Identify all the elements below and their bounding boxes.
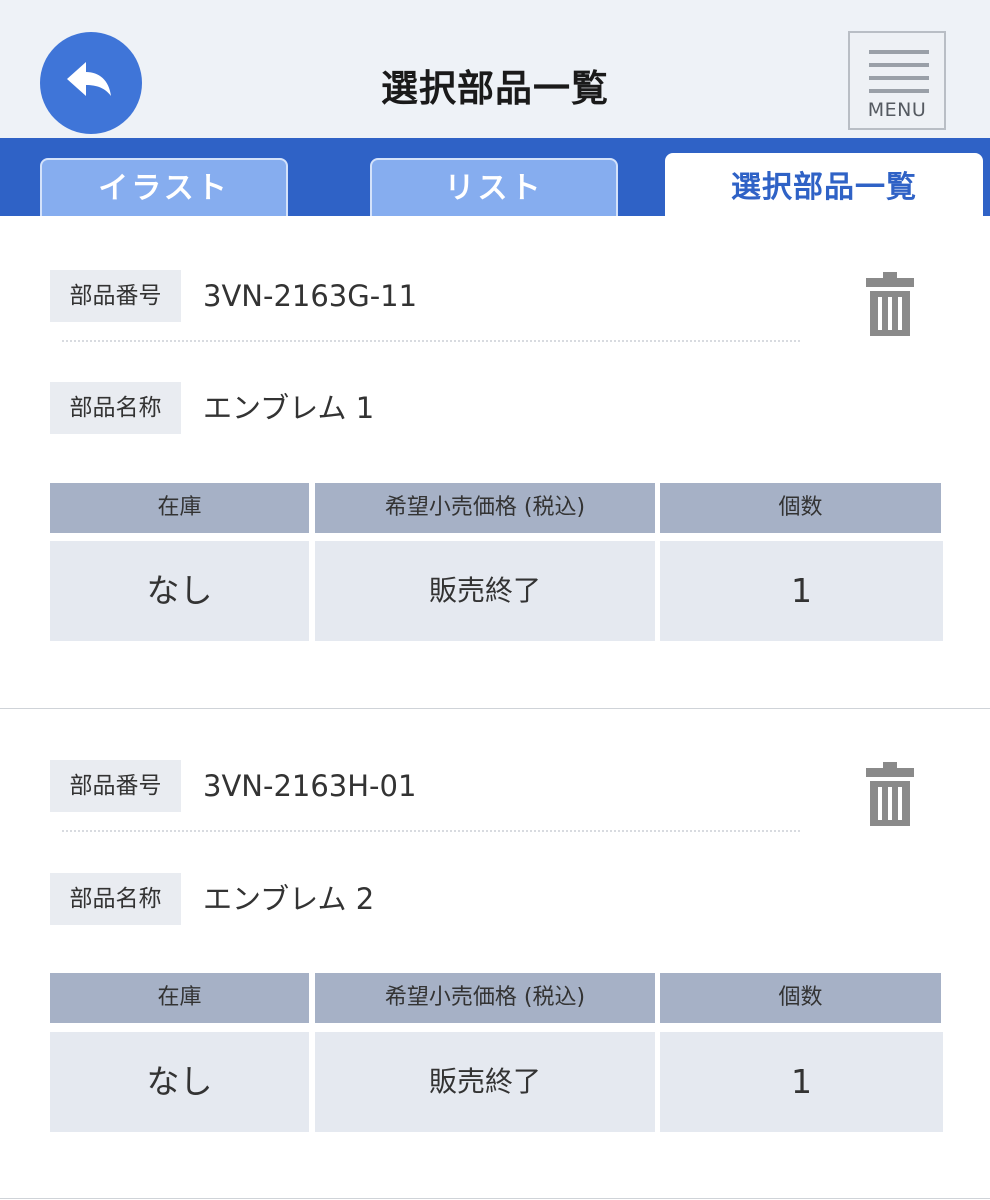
- stock-value: なし: [50, 541, 309, 641]
- part-name-value: エンブレム 2: [203, 882, 375, 916]
- hamburger-line: [869, 89, 929, 93]
- dotted-divider: [62, 340, 800, 342]
- part-card: 部品番号 3VN-2163H-01 部品名称 エンブレム 2 在庫 希望小売価格…: [0, 708, 990, 1200]
- stock-header: 在庫: [50, 483, 309, 533]
- tab-selected-parts[interactable]: 選択部品一覧: [665, 153, 983, 216]
- part-name-label: 部品名称: [50, 873, 181, 925]
- price-header: 希望小売価格 (税込): [315, 483, 655, 533]
- dotted-divider: [62, 830, 800, 832]
- price-value: 販売終了: [315, 1032, 655, 1132]
- stock-value: なし: [50, 1032, 309, 1132]
- menu-button[interactable]: MENU: [848, 31, 946, 130]
- trash-icon[interactable]: [866, 272, 914, 336]
- stock-header: 在庫: [50, 973, 309, 1023]
- tab-list[interactable]: リスト: [370, 158, 618, 216]
- quantity-value[interactable]: 1: [660, 1032, 943, 1132]
- hamburger-line: [869, 76, 929, 80]
- tab-bar: イラスト リスト 選択部品一覧: [0, 138, 990, 216]
- quantity-header: 個数: [660, 973, 941, 1023]
- part-card: 部品番号 3VN-2163G-11 部品名称 エンブレム 1 在庫 希望小売価格…: [0, 216, 990, 708]
- price-header: 希望小売価格 (税込): [315, 973, 655, 1023]
- part-name-label: 部品名称: [50, 382, 181, 434]
- menu-label: MENU: [867, 99, 927, 121]
- part-name-value: エンブレム 1: [203, 391, 375, 425]
- app-header: 選択部品一覧 MENU: [0, 0, 990, 138]
- part-number-label: 部品番号: [50, 270, 181, 322]
- page-title: 選択部品一覧: [381, 67, 609, 110]
- hamburger-icon: [869, 50, 929, 54]
- quantity-header: 個数: [660, 483, 941, 533]
- card-divider: [0, 1198, 990, 1199]
- price-value: 販売終了: [315, 541, 655, 641]
- part-number-label: 部品番号: [50, 760, 181, 812]
- hamburger-line: [869, 63, 929, 67]
- part-number-value: 3VN-2163H-01: [203, 769, 417, 803]
- trash-icon[interactable]: [866, 762, 914, 826]
- tab-illustration[interactable]: イラスト: [40, 158, 288, 216]
- part-number-value: 3VN-2163G-11: [203, 279, 418, 313]
- quantity-value[interactable]: 1: [660, 541, 943, 641]
